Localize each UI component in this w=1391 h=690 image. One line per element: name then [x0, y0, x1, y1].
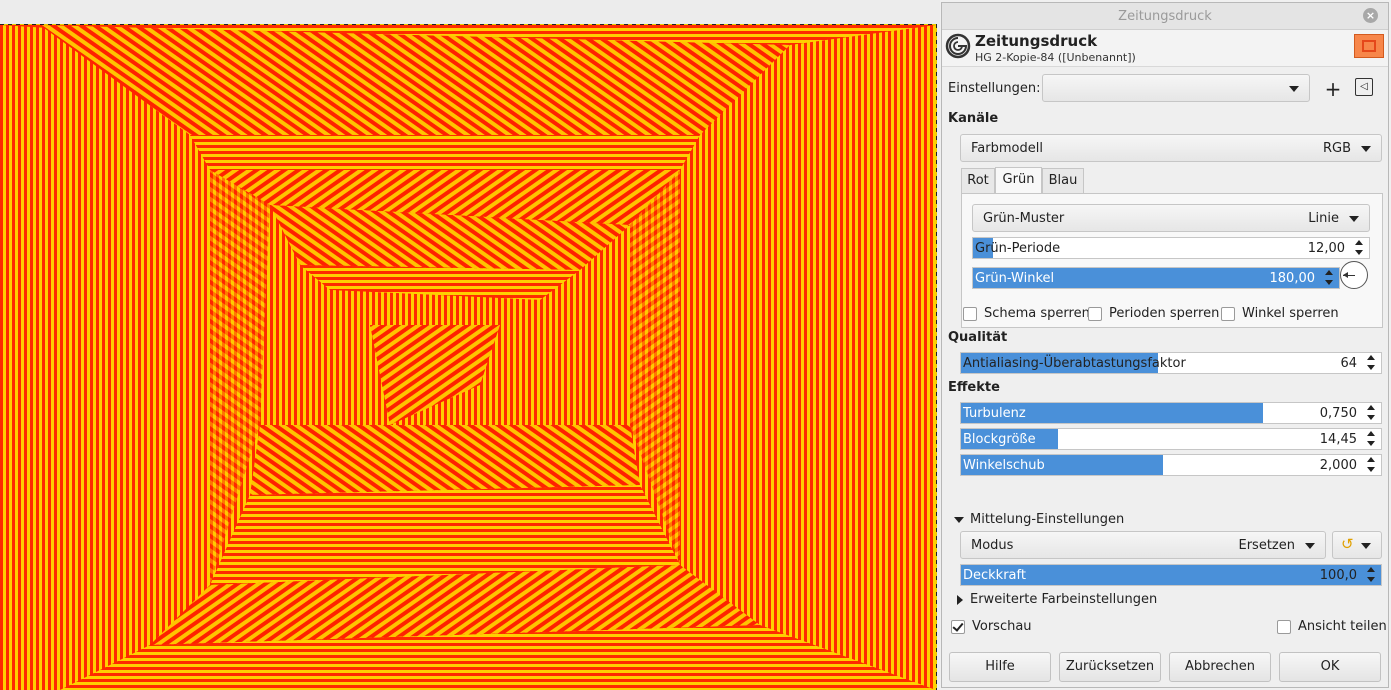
plus-icon[interactable]: + — [1322, 78, 1344, 100]
menu-icon[interactable]: ◁ — [1355, 78, 1373, 96]
window-title: Zeitungsdruck — [1118, 9, 1212, 24]
period-spinscale[interactable]: Grün-Periode 12,00 — [972, 237, 1370, 259]
quality-section-title: Qualität — [948, 330, 1008, 345]
antialiasing-value: 64 — [1340, 356, 1357, 371]
dialog-header: Zeitungsdruck HG 2-Kopie-84 ([Unbenannt]… — [942, 30, 1388, 67]
expander-open-icon[interactable] — [954, 517, 964, 523]
preview-checkbox[interactable] — [951, 620, 965, 634]
preview-label: Vorschau — [972, 619, 1032, 634]
lock-periods-label: Perioden sperren — [1109, 306, 1220, 321]
layer-thumbnail — [1354, 34, 1384, 58]
dialog-titlebar[interactable]: Zeitungsdruck × — [942, 3, 1388, 30]
pattern-label: Grün-Muster — [983, 211, 1065, 226]
pattern-combo[interactable]: Grün-Muster Linie — [972, 204, 1370, 232]
channels-section-title: Kanäle — [948, 111, 999, 126]
chevron-down-icon — [1361, 543, 1371, 549]
pattern-value: Linie — [1308, 211, 1339, 226]
opacity-value: 100,0 — [1319, 568, 1357, 583]
tab-blue[interactable]: Blau — [1042, 168, 1084, 193]
effects-section-title: Effekte — [948, 380, 1000, 395]
split-view-checkbox[interactable] — [1277, 620, 1291, 634]
turbulence-label: Turbulenz — [963, 406, 1026, 421]
canvas-border-right — [936, 24, 937, 690]
presets-combo[interactable] — [1042, 74, 1310, 102]
stepper-icon[interactable] — [1325, 270, 1335, 286]
stepper-icon[interactable] — [1367, 567, 1377, 583]
gegl-logo-icon — [945, 33, 971, 59]
chevron-down-icon — [1289, 86, 1299, 92]
block-size-spinscale[interactable]: Blockgröße 14,45 — [960, 428, 1382, 450]
stepper-icon[interactable] — [1367, 431, 1377, 447]
blend-mode-combo[interactable]: Modus Ersetzen — [960, 531, 1326, 559]
chevron-down-icon — [1349, 216, 1359, 222]
dialog-title: Zeitungsdruck — [975, 32, 1098, 50]
period-value: 12,00 — [1307, 241, 1345, 256]
ok-button[interactable]: OK — [1279, 652, 1381, 682]
stepper-icon[interactable] — [1367, 405, 1377, 421]
angle-spinscale[interactable]: Grün-Winkel 180,00 — [972, 267, 1340, 289]
lock-schema-label: Schema sperren — [984, 306, 1090, 321]
angle-value: 180,00 — [1269, 271, 1316, 286]
color-model-label: Farbmodell — [971, 141, 1043, 156]
halftone-image — [0, 25, 936, 690]
angle-label: Grün-Winkel — [975, 271, 1055, 286]
block-size-value: 14,45 — [1319, 432, 1357, 447]
cancel-button[interactable]: Abbrechen — [1169, 652, 1271, 682]
advanced-color-expander-label[interactable]: Erweiterte Farbeinstellungen — [970, 592, 1157, 607]
blend-mode-label: Modus — [971, 538, 1014, 553]
close-icon[interactable]: × — [1363, 8, 1378, 23]
antialiasing-label: Antialiasing-Überabtastungsfaktor — [963, 356, 1186, 371]
antialiasing-spinscale[interactable]: Antialiasing-Überabtastungsfaktor 64 — [960, 352, 1382, 374]
opacity-label: Deckkraft — [963, 568, 1026, 583]
stepper-icon[interactable] — [1367, 457, 1377, 473]
turbulence-spinscale[interactable]: Turbulenz 0,750 — [960, 402, 1382, 424]
angle-dial-icon[interactable] — [1340, 261, 1368, 289]
color-model-value: RGB — [1322, 141, 1351, 156]
stepper-icon[interactable] — [1355, 240, 1365, 256]
angle-boost-spinscale[interactable]: Winkelschub 2,000 — [960, 454, 1382, 476]
blending-expander-label[interactable]: Mittelung-Einstellungen — [970, 512, 1124, 527]
image-canvas[interactable] — [0, 25, 936, 690]
reset-button[interactable]: Zurücksetzen — [1059, 652, 1161, 682]
reset-icon: ↺ — [1341, 535, 1354, 553]
chevron-down-icon — [1305, 543, 1315, 549]
reset-mode-button[interactable]: ↺ — [1332, 531, 1382, 559]
lock-periods-checkbox[interactable] — [1088, 307, 1102, 321]
period-label: Grün-Periode — [975, 241, 1061, 256]
stepper-icon[interactable] — [1367, 355, 1377, 371]
expander-closed-icon[interactable] — [957, 595, 963, 605]
color-model-combo[interactable]: Farbmodell RGB — [960, 134, 1382, 162]
tab-red[interactable]: Rot — [961, 168, 995, 193]
lock-angle-label: Winkel sperren — [1242, 306, 1339, 321]
layer-subtitle: HG 2-Kopie-84 ([Unbenannt]) — [975, 51, 1136, 64]
canvas-area[interactable] — [0, 0, 940, 690]
split-view-label: Ansicht teilen — [1298, 619, 1387, 634]
help-button[interactable]: Hilfe — [949, 652, 1051, 682]
block-size-label: Blockgröße — [963, 432, 1036, 447]
turbulence-value: 0,750 — [1319, 406, 1357, 421]
lock-angle-checkbox[interactable] — [1221, 307, 1235, 321]
tab-green[interactable]: Grün — [995, 167, 1042, 193]
blend-mode-value: Ersetzen — [1238, 538, 1296, 553]
newsprint-dialog: Zeitungsdruck × Zeitungsdruck HG 2-Kopie… — [941, 2, 1389, 688]
chevron-down-icon — [1361, 146, 1371, 152]
lock-schema-checkbox[interactable] — [963, 307, 977, 321]
opacity-spinscale[interactable]: Deckkraft 100,0 — [960, 564, 1382, 586]
angle-boost-label: Winkelschub — [963, 458, 1045, 473]
presets-label: Einstellungen: — [948, 81, 1041, 96]
angle-boost-value: 2,000 — [1319, 458, 1357, 473]
